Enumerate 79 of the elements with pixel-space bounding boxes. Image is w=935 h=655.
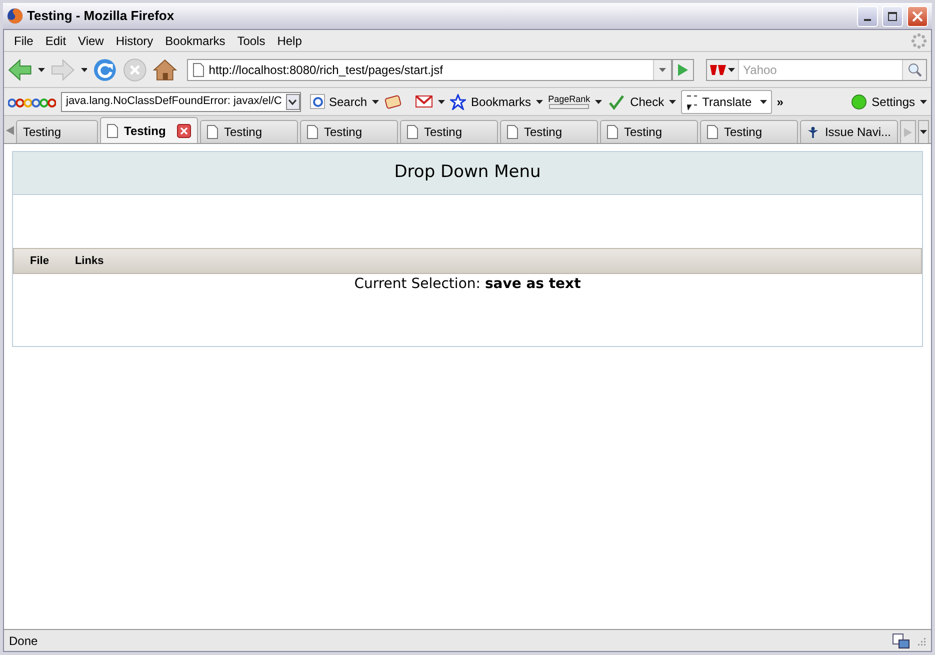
page-icon bbox=[307, 125, 318, 139]
browser-tab[interactable]: Testing bbox=[16, 120, 98, 143]
figure-icon bbox=[807, 125, 819, 139]
close-icon[interactable] bbox=[912, 10, 923, 22]
window-title: Testing - Mozilla Firefox bbox=[27, 7, 176, 26]
caret-icon[interactable] bbox=[728, 68, 736, 72]
search-icon[interactable] bbox=[908, 62, 922, 76]
spellcheck-icon[interactable] bbox=[607, 94, 626, 110]
browser-tab[interactable]: Testing bbox=[400, 120, 498, 143]
menu-item[interactable]: File bbox=[8, 32, 40, 50]
page-icon bbox=[507, 125, 518, 139]
dropdown-caret-icon[interactable] bbox=[288, 98, 298, 104]
search-logo-icon[interactable] bbox=[312, 96, 322, 106]
caret-icon[interactable] bbox=[920, 100, 927, 104]
browser-tab[interactable]: Testing bbox=[700, 120, 798, 143]
page-icon bbox=[207, 125, 218, 139]
menu-bar-item[interactable]: File bbox=[20, 252, 59, 270]
caret-icon[interactable] bbox=[920, 130, 927, 134]
menu-bar-item[interactable]: Links bbox=[64, 252, 114, 270]
caret-icon[interactable] bbox=[595, 100, 602, 104]
menu-item[interactable]: Tools bbox=[231, 32, 272, 50]
browser-tab[interactable]: Testing bbox=[300, 120, 398, 143]
status-text: Done bbox=[9, 632, 39, 650]
throbber-icon bbox=[911, 32, 927, 48]
caret-icon[interactable] bbox=[80, 68, 88, 72]
search-button[interactable]: Search bbox=[310, 92, 368, 110]
mail-icon[interactable] bbox=[415, 95, 434, 108]
menu-item[interactable]: View bbox=[72, 32, 110, 50]
address-field[interactable]: http://localhost:8080/rich_test/pages/start.jsf bbox=[186, 58, 672, 80]
menu-item[interactable]: Help bbox=[271, 32, 308, 50]
search-field[interactable]: Yahoo bbox=[706, 58, 928, 80]
caret-icon[interactable] bbox=[669, 100, 676, 104]
page-icon bbox=[407, 125, 418, 139]
resize-grip-icon[interactable] bbox=[916, 636, 926, 646]
caret-icon[interactable] bbox=[536, 100, 544, 104]
page-icon bbox=[107, 124, 118, 138]
page-icon bbox=[607, 125, 618, 139]
menu-item[interactable]: Edit bbox=[39, 32, 72, 50]
menu-item[interactable]: History bbox=[110, 32, 160, 50]
close-tab-icon[interactable] bbox=[177, 124, 191, 138]
engine-logo-icon bbox=[710, 64, 726, 74]
search-input[interactable]: Yahoo bbox=[739, 60, 902, 78]
browser-tab[interactable]: Testing bbox=[200, 120, 298, 143]
highlighter-icon[interactable] bbox=[384, 94, 402, 110]
browser-tab[interactable]: Testing bbox=[600, 120, 698, 143]
reload-icon[interactable] bbox=[93, 58, 118, 82]
close-button[interactable] bbox=[907, 6, 928, 26]
current-selection-text: Current Selection: save as text bbox=[354, 275, 581, 294]
network-icon bbox=[892, 632, 910, 648]
google-search-field[interactable]: java.lang.NoClassDefFoundError: javax/el/C bbox=[61, 92, 301, 112]
tab-list-button[interactable] bbox=[918, 120, 929, 143]
browser-tab[interactable]: Testing bbox=[100, 117, 198, 143]
browser-tab[interactable]: Testing bbox=[500, 120, 598, 143]
caret-icon[interactable] bbox=[760, 100, 767, 104]
bookmarks-button[interactable]: Bookmarks bbox=[471, 92, 532, 110]
menu-item[interactable]: Bookmarks bbox=[159, 32, 232, 50]
browser-logo-icon bbox=[7, 8, 23, 24]
dropdown-caret-icon[interactable] bbox=[659, 68, 666, 72]
star-icon[interactable] bbox=[450, 94, 466, 110]
back-arrow-icon[interactable] bbox=[8, 58, 32, 80]
panel-heading: Drop Down Menu bbox=[394, 161, 541, 184]
scroll-left-icon[interactable] bbox=[6, 126, 14, 135]
caret-icon[interactable] bbox=[38, 68, 45, 72]
url-text: http://localhost:8080/rich_test/pages/start.jsf bbox=[208, 62, 444, 78]
more-chevron[interactable]: » bbox=[776, 92, 784, 110]
status-dot-icon bbox=[850, 94, 867, 110]
home-icon[interactable] bbox=[153, 58, 177, 82]
check-button[interactable]: Check bbox=[630, 92, 664, 110]
minimize-button[interactable] bbox=[857, 6, 878, 26]
caret-icon[interactable] bbox=[438, 100, 446, 104]
settings-button[interactable]: Settings bbox=[872, 92, 915, 110]
query-text: java.lang.NoClassDefFoundError: javax/el/C bbox=[64, 94, 283, 110]
pagerank-meter: PageRank bbox=[548, 94, 590, 109]
maximize-button[interactable] bbox=[882, 6, 903, 26]
caret-icon[interactable] bbox=[372, 100, 380, 104]
translate-button[interactable]: Translate bbox=[681, 90, 772, 114]
page-icon bbox=[192, 62, 204, 76]
browser-tab[interactable]: Issue Navi... bbox=[800, 120, 898, 143]
page-icon bbox=[707, 125, 718, 139]
